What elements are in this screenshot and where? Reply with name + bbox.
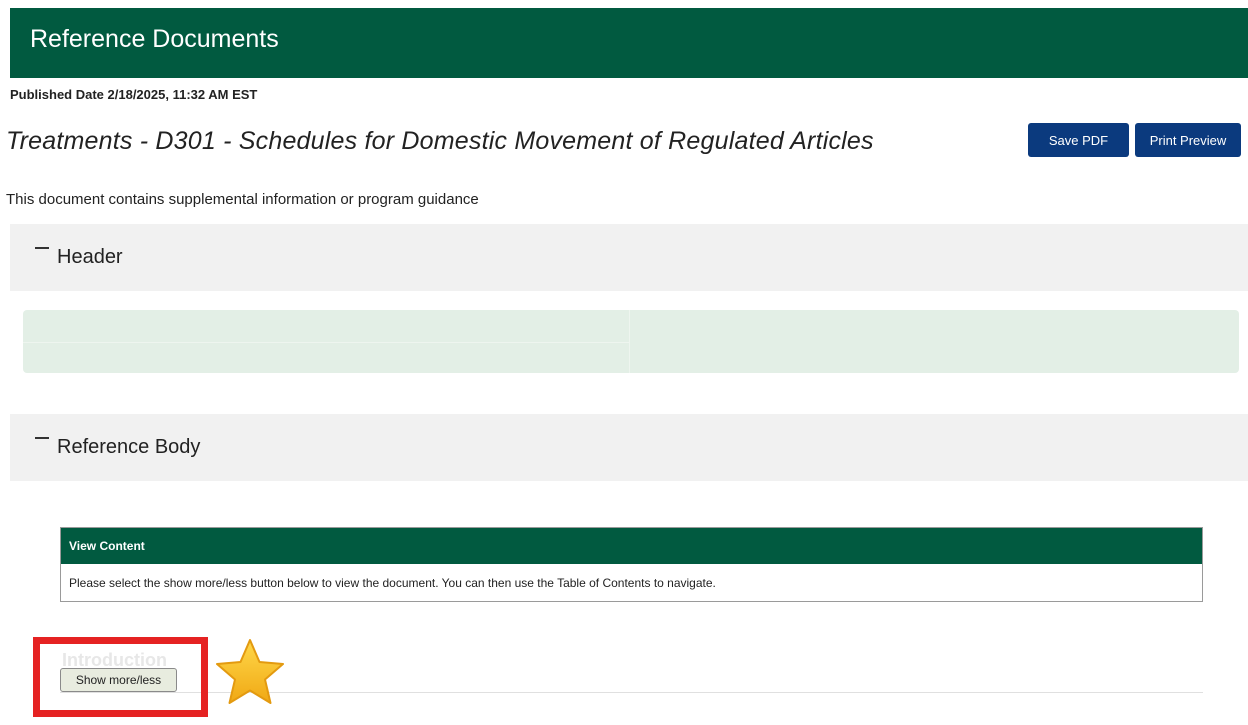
- document-note: This document contains supplemental info…: [6, 191, 479, 208]
- section-header-toggle[interactable]: Header: [10, 224, 1248, 291]
- highlight-box: [33, 637, 208, 717]
- banner-title: Reference Documents: [30, 25, 279, 53]
- published-date: Published Date 2/18/2025, 11:32 AM EST: [10, 87, 258, 102]
- star-icon: [216, 639, 284, 704]
- save-pdf-button[interactable]: Save PDF: [1028, 123, 1129, 157]
- view-content-panel: View Content Please select the show more…: [60, 527, 1203, 602]
- page-title: Treatments - D301 - Schedules for Domest…: [6, 127, 874, 155]
- minus-icon: [35, 437, 49, 439]
- app-banner: Reference Documents: [10, 8, 1248, 78]
- view-content-heading: View Content: [61, 528, 1202, 564]
- print-preview-button[interactable]: Print Preview: [1135, 123, 1241, 157]
- view-content-text: Please select the show more/less button …: [69, 576, 716, 590]
- section-body-label: Reference Body: [57, 436, 201, 458]
- table-divider: [629, 310, 630, 373]
- header-info-table: [23, 310, 1239, 373]
- minus-icon: [35, 247, 49, 249]
- section-reference-body-toggle[interactable]: Reference Body: [10, 414, 1248, 481]
- table-divider: [23, 342, 629, 343]
- section-header-label: Header: [57, 246, 123, 268]
